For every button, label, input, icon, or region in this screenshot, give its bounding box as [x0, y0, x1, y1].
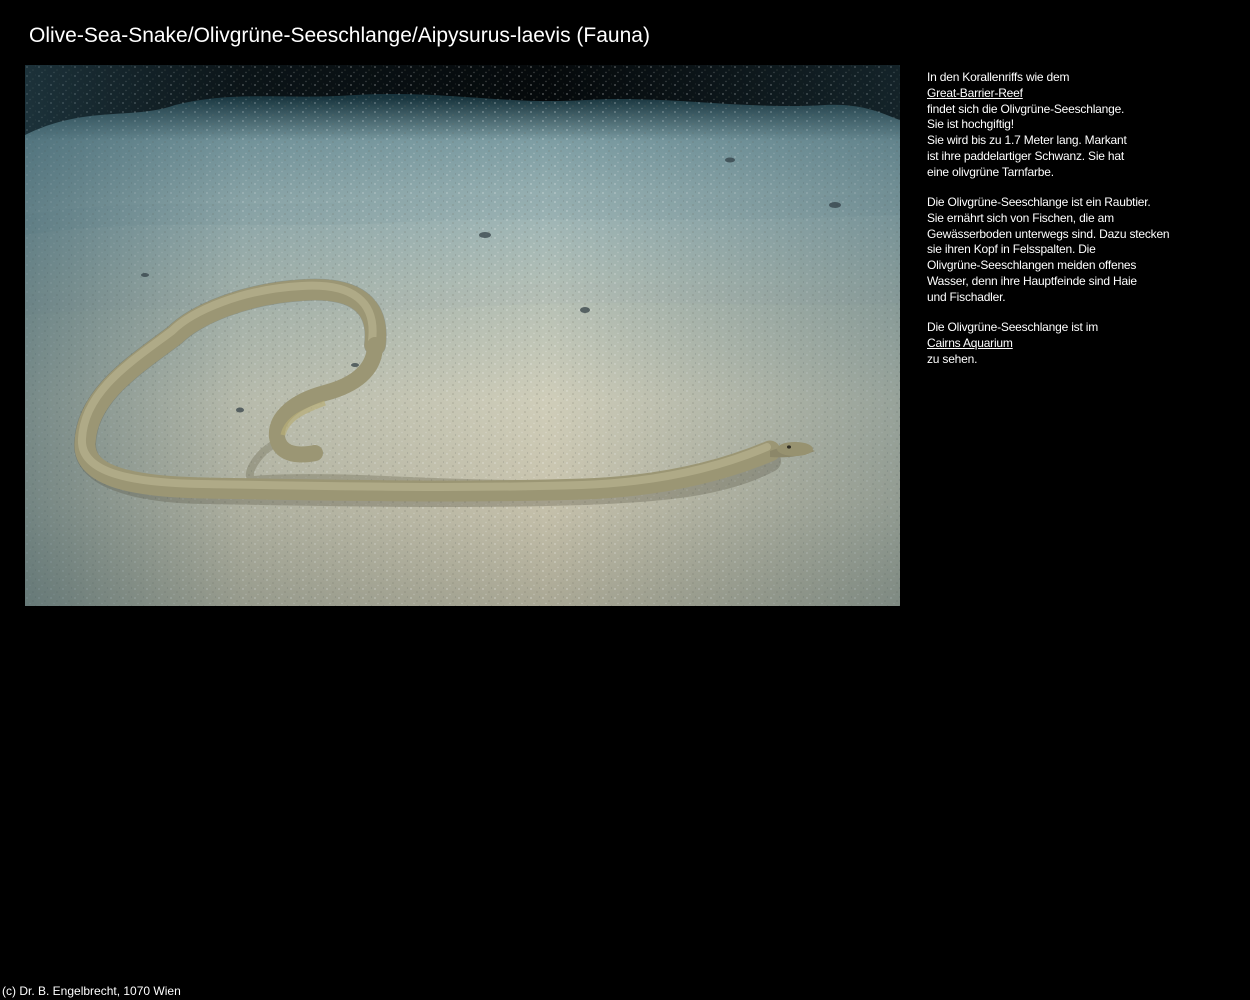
description-paragraph: Die Olivgrüne-Seeschlange ist im Cairns …: [927, 320, 1227, 367]
text-line: sie ihren Kopf in Felsspalten. Die: [927, 242, 1096, 257]
text-line: zu sehen.: [927, 351, 978, 366]
cairns-aquarium-link[interactable]: Cairns Aquarium: [927, 336, 1013, 350]
text-line: und Fischadler.: [927, 289, 1006, 304]
text-line: Die Olivgrüne-Seeschlange ist ein Raubti…: [927, 195, 1151, 210]
copyright-footer: (c) Dr. B. Engelbrecht, 1070 Wien: [2, 984, 181, 998]
text-line: Olivgrüne-Seeschlangen meiden offenes: [927, 258, 1137, 273]
snake-photo: [25, 65, 900, 606]
page: Olive-Sea-Snake/Olivgrüne-Seeschlange/Ai…: [0, 0, 1250, 1000]
page-title: Olive-Sea-Snake/Olivgrüne-Seeschlange/Ai…: [29, 24, 650, 47]
text-line: In den Korallenriffs wie dem: [927, 70, 1070, 84]
description-paragraph: Die Olivgrüne-Seeschlange ist ein Raubti…: [927, 195, 1227, 306]
great-barrier-reef-link[interactable]: Great-Barrier-Reef: [927, 86, 1023, 100]
description-paragraph: In den Korallenriffs wie dem Great-Barri…: [927, 70, 1227, 181]
text-line: Sie wird bis zu 1.7 Meter lang. Markant: [927, 133, 1127, 148]
text-line: findet sich die Olivgrüne-Seeschlange.: [927, 101, 1125, 116]
text-line: Die Olivgrüne-Seeschlange ist im: [927, 320, 1099, 335]
text-line: Sie ist hochgiftig!: [927, 117, 1014, 132]
text-line: Sie ernährt sich von Fischen, die am: [927, 210, 1114, 225]
description-text: In den Korallenriffs wie dem Great-Barri…: [927, 70, 1227, 382]
text-line: ist ihre paddelartiger Schwanz. Sie hat: [927, 148, 1124, 163]
text-line: Wasser, denn ihre Hauptfeinde sind Haie: [927, 274, 1137, 289]
text-line: Gewässerboden unterwegs sind. Dazu steck…: [927, 226, 1170, 241]
text-line: eine olivgrüne Tarnfarbe.: [927, 164, 1054, 179]
